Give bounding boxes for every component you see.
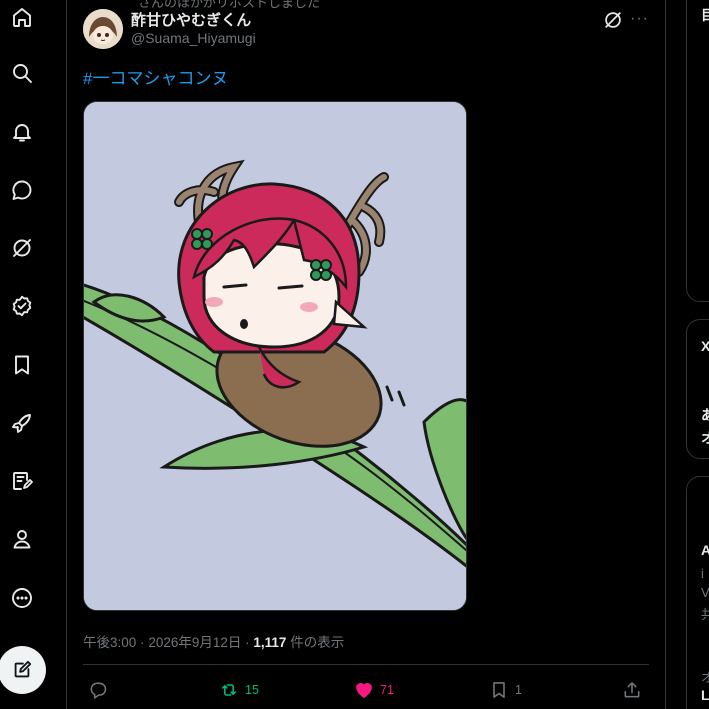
like-button[interactable]: 71 bbox=[354, 679, 394, 701]
reply-icon bbox=[90, 682, 107, 699]
compose-icon bbox=[14, 660, 32, 678]
rocket-icon[interactable] bbox=[8, 409, 36, 437]
left-nav bbox=[0, 0, 46, 709]
share-button[interactable] bbox=[622, 679, 642, 701]
verified-icon[interactable] bbox=[8, 292, 36, 320]
column-divider-left bbox=[66, 0, 67, 709]
sidebar-fragment-1: 目 bbox=[701, 7, 709, 23]
bookmark-count: 1 bbox=[515, 683, 522, 697]
post-time[interactable]: 午後3:00 bbox=[83, 635, 136, 650]
sidebar-fragment-9: オ bbox=[701, 670, 709, 685]
views-label: 件の表示 bbox=[286, 635, 345, 650]
heart-icon bbox=[356, 683, 372, 698]
avatar[interactable] bbox=[83, 9, 123, 49]
grok-icon[interactable] bbox=[8, 234, 36, 262]
notifications-icon[interactable] bbox=[8, 118, 36, 146]
repost-button[interactable]: 15 bbox=[219, 679, 259, 701]
action-divider bbox=[83, 664, 649, 665]
illustration-image bbox=[84, 102, 466, 610]
sidebar-fragment-7: V bbox=[701, 585, 709, 600]
bookmarks-icon[interactable] bbox=[8, 351, 36, 379]
views-count: 1,117 bbox=[253, 635, 287, 650]
grok-icon[interactable] bbox=[602, 9, 624, 31]
meta-separator-2: · bbox=[245, 635, 250, 650]
bookmark-icon bbox=[493, 682, 505, 698]
sidebar-card-1 bbox=[686, 0, 709, 302]
sidebar-fragment-8: 共 bbox=[701, 607, 709, 622]
post-meta: 午後3:00 · 2026年9月12日 · 1,117 件の表示 bbox=[83, 631, 344, 651]
sidebar-fragment-10: L bbox=[701, 687, 709, 703]
post-hashtag[interactable]: #一コマシャコンヌ bbox=[83, 64, 228, 89]
column-divider-right bbox=[665, 0, 666, 709]
lists-icon[interactable] bbox=[8, 467, 36, 495]
bookmark-button[interactable]: 1 bbox=[489, 679, 522, 701]
search-icon[interactable] bbox=[8, 59, 36, 87]
messages-icon[interactable] bbox=[8, 176, 36, 204]
sidebar-fragment-3: あ bbox=[701, 407, 709, 423]
author-display-name[interactable]: 酢甘ひやむぎくん bbox=[131, 9, 251, 30]
profile-icon[interactable] bbox=[8, 525, 36, 553]
repost-count: 15 bbox=[245, 683, 259, 697]
sidebar-fragment-6: i bbox=[701, 566, 704, 581]
like-count: 71 bbox=[380, 683, 394, 697]
more-circle-icon[interactable] bbox=[8, 584, 36, 612]
repost-icon bbox=[221, 684, 237, 696]
sidebar-fragment-2: X bbox=[701, 338, 709, 354]
post-date[interactable]: 2026年9月12日 bbox=[148, 635, 241, 650]
compose-button[interactable] bbox=[0, 646, 46, 694]
home-icon[interactable] bbox=[8, 3, 36, 31]
author-handle[interactable]: @Suama_Hiyamugi bbox=[131, 30, 256, 46]
share-icon bbox=[624, 682, 640, 698]
post-image[interactable] bbox=[83, 101, 467, 611]
sidebar-fragment-4: オ bbox=[701, 430, 709, 446]
more-options-icon[interactable]: ··· bbox=[630, 8, 650, 30]
sidebar-fragment-5: A bbox=[701, 542, 709, 558]
reply-button[interactable] bbox=[88, 679, 114, 701]
meta-separator: · bbox=[140, 635, 145, 650]
